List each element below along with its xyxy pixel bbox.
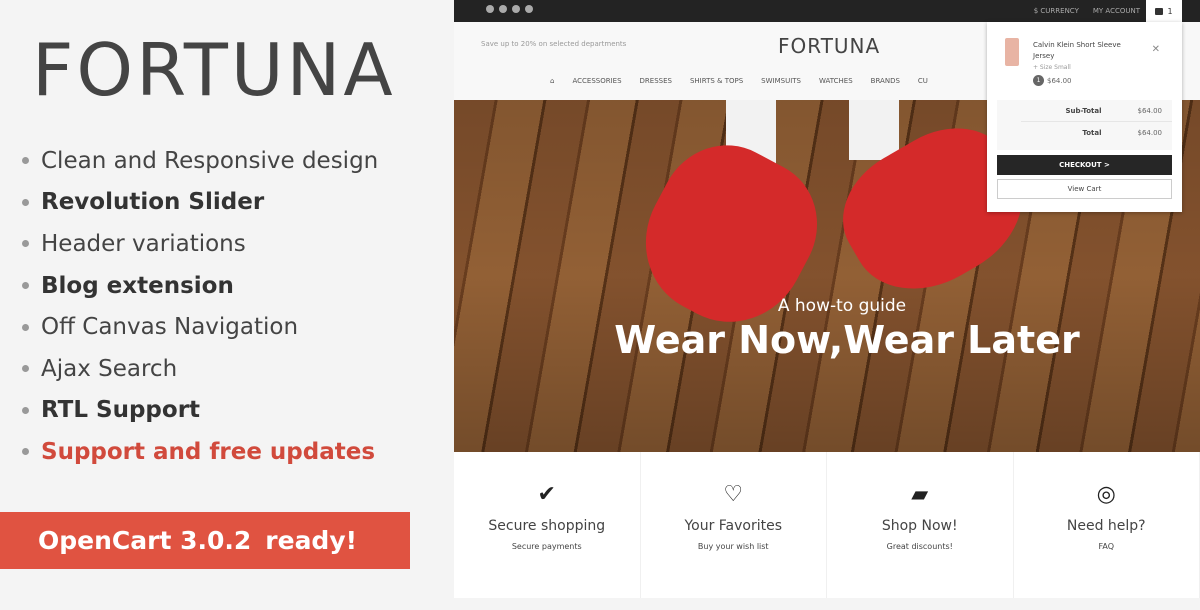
feature-title: Secure shopping	[488, 518, 606, 534]
nav-item[interactable]: SWIMSUITS	[761, 77, 801, 85]
check-circle-icon: ✔	[537, 482, 556, 507]
cart-button[interactable]: 1	[1146, 0, 1182, 22]
nav-item[interactable]: DRESSES	[640, 77, 672, 85]
feature-label: Clean and Responsive design	[41, 147, 379, 174]
feature-subtitle: Buy your wish list	[697, 542, 769, 551]
nav-item[interactable]: SHIRTS & TOPS	[690, 77, 743, 85]
subtotal-label: Sub-Total	[1065, 107, 1102, 115]
remove-item-icon[interactable]: ✕	[1152, 44, 1160, 55]
bullet-icon	[22, 448, 29, 456]
hero-subtitle: A how-to guide	[777, 296, 907, 316]
currency-menu[interactable]: $ CURRENCY	[1034, 7, 1079, 15]
promo-title: FORTUNA	[32, 28, 396, 112]
feature-favorites: ♡ Your Favorites Buy your wish list	[641, 452, 827, 598]
home-icon[interactable]: ⌂	[550, 77, 554, 85]
checkout-button[interactable]: CHECKOUT >	[997, 155, 1172, 175]
feature-label: Revolution Slider	[41, 189, 265, 216]
instagram-icon[interactable]	[525, 5, 533, 13]
nav-item[interactable]: BRANDS	[871, 77, 900, 85]
main-nav: ⌂ ACCESSORIES DRESSES SHIRTS & TOPS SWIM…	[550, 77, 928, 85]
bullet-icon	[22, 282, 29, 290]
cart-item-qty: 1	[1033, 75, 1044, 86]
feature-title: Shop Now!	[881, 518, 958, 534]
cart-item-name[interactable]: Calvin Klein Short Sleeve Jersey	[1033, 40, 1143, 62]
feature-label: Ajax Search	[41, 355, 178, 382]
feature-title: Need help?	[1066, 518, 1146, 534]
cart-count: 1	[1167, 6, 1173, 16]
cart-item-option: + Size Small	[1033, 64, 1071, 71]
cart-icon	[1155, 7, 1164, 15]
social-links	[486, 5, 533, 13]
feature-item: Ajax Search	[22, 348, 378, 390]
feature-item: Support and free updates	[22, 431, 378, 473]
feature-strip: ✔ Secure shopping Secure payments ♡ Your…	[454, 452, 1200, 598]
nav-item[interactable]: ACCESSORIES	[572, 77, 621, 85]
nav-item[interactable]: CU	[918, 77, 928, 85]
total-value: $64.00	[1137, 129, 1163, 137]
shopping-bag-icon: ▰	[911, 482, 929, 507]
cart-item-price-row: 1 $64.00	[1033, 75, 1072, 86]
feature-item: Header variations	[22, 223, 378, 265]
bullet-icon	[22, 365, 29, 373]
heart-icon: ♡	[723, 482, 744, 507]
feature-label: Off Canvas Navigation	[41, 314, 299, 341]
bullet-icon	[22, 406, 29, 414]
feature-label: Support and free updates	[41, 438, 376, 465]
account-menu[interactable]: MY ACCOUNT	[1093, 7, 1140, 15]
lifebuoy-icon: ◎	[1096, 482, 1116, 507]
sock-image	[849, 100, 899, 160]
site-logo[interactable]: FORTUNA	[778, 34, 880, 58]
product-thumbnail[interactable]	[1005, 38, 1019, 66]
feature-subtitle: Great discounts!	[886, 542, 953, 551]
subtotal-value: $64.00	[1137, 107, 1163, 115]
facebook-icon[interactable]	[486, 5, 494, 13]
feature-item: Revolution Slider	[22, 182, 378, 224]
banner-ready: ready!	[265, 526, 358, 555]
promo-panel: FORTUNA Clean and Responsive design Revo…	[0, 0, 454, 610]
twitter-icon[interactable]	[499, 5, 507, 13]
promo-text: Save up to 20% on selected departments	[481, 40, 627, 48]
total-label: Total	[1082, 129, 1102, 137]
cart-item-price: $64.00	[1047, 76, 1072, 85]
feature-item: Clean and Responsive design	[22, 140, 378, 182]
feature-help: ◎ Need help? FAQ	[1014, 452, 1200, 598]
cart-totals: Sub-Total $64.00 Total $64.00	[997, 100, 1172, 150]
nav-item[interactable]: WATCHES	[819, 77, 853, 85]
feature-shop: ▰ Shop Now! Great discounts!	[827, 452, 1014, 598]
feature-item: RTL Support	[22, 390, 378, 432]
feature-label: Blog extension	[41, 272, 234, 299]
feature-secure: ✔ Secure shopping Secure payments	[454, 452, 641, 598]
cart-dropdown: Calvin Klein Short Sleeve Jersey + Size …	[987, 22, 1182, 212]
pinterest-icon[interactable]	[512, 5, 520, 13]
feature-subtitle: Secure payments	[511, 542, 582, 551]
feature-item: Blog extension	[22, 265, 378, 307]
feature-list: Clean and Responsive design Revolution S…	[22, 140, 378, 473]
bullet-icon	[22, 198, 29, 206]
opencart-banner: OpenCart 3.0.2 ready!	[0, 512, 410, 569]
feature-subtitle: FAQ	[1098, 542, 1115, 551]
feature-title: Your Favorites	[684, 518, 783, 534]
view-cart-button[interactable]: View Cart	[997, 179, 1172, 199]
feature-label: Header variations	[41, 230, 246, 257]
feature-item: Off Canvas Navigation	[22, 306, 378, 348]
bullet-icon	[22, 157, 29, 165]
bullet-icon	[22, 323, 29, 331]
feature-label: RTL Support	[41, 397, 201, 424]
bullet-icon	[22, 240, 29, 248]
banner-version: OpenCart 3.0.2	[38, 526, 252, 555]
top-bar: $ CURRENCY MY ACCOUNT 1	[454, 0, 1200, 22]
hero-title: Wear Now,Wear Later	[614, 318, 1080, 362]
